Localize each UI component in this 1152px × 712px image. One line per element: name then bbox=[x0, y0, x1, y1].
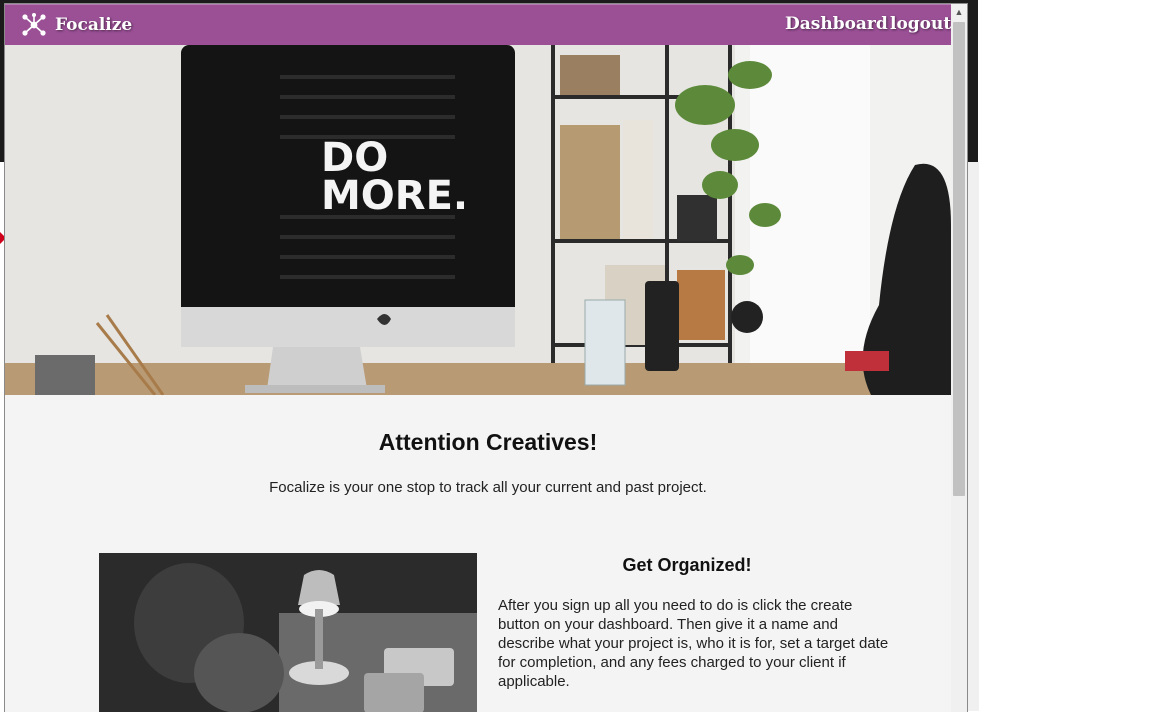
hero-image: DO MORE. bbox=[5, 45, 951, 395]
molecule-icon bbox=[22, 13, 46, 36]
hero-screen-line2: MORE. bbox=[321, 173, 468, 219]
feature-title: Get Organized! bbox=[622, 555, 752, 575]
nav-logout-link[interactable]: logout bbox=[890, 14, 951, 34]
brand-name: Focalize bbox=[55, 15, 133, 35]
brand[interactable]: Focalize bbox=[19, 11, 132, 39]
main-content: Attention Creatives! Focalize is your on… bbox=[5, 395, 951, 712]
nav-dashboard-link[interactable]: Dashboard bbox=[785, 14, 888, 34]
navbar: Focalize Dashboard logout bbox=[5, 4, 951, 46]
scroll-thumb[interactable] bbox=[953, 22, 965, 496]
feature-body: After you sign up all you need to do is … bbox=[498, 597, 889, 690]
browser-window: Focalize Dashboard logout DO MORE. Atten… bbox=[4, 3, 968, 712]
intro-headline: Attention Creatives! bbox=[378, 429, 598, 455]
page-viewport: Focalize Dashboard logout DO MORE. Atten… bbox=[5, 4, 951, 712]
feature-photo bbox=[99, 553, 477, 712]
intro-tagline: Focalize is your one stop to track all y… bbox=[269, 479, 707, 496]
scroll-up-arrow-icon[interactable]: ▲ bbox=[951, 4, 967, 20]
vertical-scrollbar[interactable]: ▲ bbox=[951, 4, 967, 712]
